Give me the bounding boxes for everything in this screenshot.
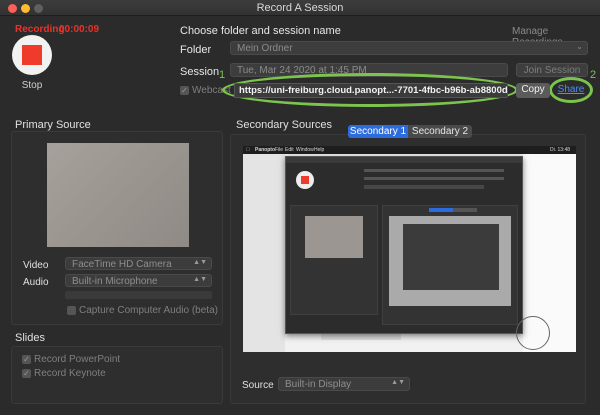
chevron-down-icon: ⌄ [576,42,583,51]
captured-menu-window: Window [296,147,314,153]
captured-menu-file: File [275,147,284,153]
tab-secondary-1[interactable]: Secondary 1 [348,125,408,138]
captured-record-window [285,156,523,334]
session-label: Session [180,66,220,78]
folder-session-heading: Choose folder and session name [180,25,341,37]
record-powerpoint-label: Record PowerPoint [34,354,121,365]
secondary-source-value: Built-in Display [285,379,352,390]
captured-menu-help: Help [314,147,325,153]
annotation-number-1: 1 [219,69,226,81]
captured-link-field [364,185,484,189]
record-keynote-label: Record Keynote [34,368,106,379]
slides-heading: Slides [15,332,45,344]
captured-app-name: Panopto [255,147,275,153]
captured-titlebar [286,157,522,163]
recording-status: Recording [15,24,65,35]
captured-menu-edit: Edit [285,147,294,153]
up-down-arrows-icon: ▲▼ [193,259,207,266]
recording-timer: 00:00:09 [59,24,100,35]
join-session-button[interactable]: Join Session [516,63,588,77]
captured-text-line [321,334,401,340]
title-bar: Record A Session [0,0,600,16]
captured-tab-1 [429,208,453,212]
copy-link-button[interactable]: Copy [516,83,550,98]
apple-icon:  [246,147,250,153]
primary-source-heading: Primary Source [15,119,91,131]
folder-select[interactable]: Mein Ordner ⌄ [230,41,588,55]
video-source-value: FaceTime HD Camera [72,259,172,270]
video-label: Video [23,260,49,271]
record-keynote-checkbox[interactable]: ✓ [22,369,31,378]
up-down-arrows-icon: ▲▼ [193,276,207,283]
tab-secondary-2[interactable]: Secondary 2 [408,125,472,138]
up-down-arrows-icon: ▲▼ [391,379,405,386]
secondary-source-select[interactable]: Built-in Display ▲▼ [278,377,410,391]
captured-stop-button [296,171,314,189]
annotation-number-2: 2 [590,69,597,81]
audio-label: Audio [23,277,49,288]
video-source-select[interactable]: FaceTime HD Camera ▲▼ [65,257,212,270]
captured-secondary-panel [382,205,518,325]
captured-primary-panel [290,205,378,315]
captured-nested-window [403,224,499,290]
stop-icon [22,45,42,65]
audio-source-select[interactable]: Built-in Microphone ▲▼ [65,274,212,287]
audio-source-value: Built-in Microphone [72,276,158,287]
captured-clock: Di. 13:48 [550,147,571,153]
capture-audio-checkbox[interactable] [67,306,76,315]
source-label: Source [242,380,274,391]
screen-capture-preview:  Panopto File Edit Window Help Di. 13:4… [243,146,576,352]
capture-audio-label: Capture Computer Audio (beta) [79,305,218,316]
captured-camera-preview [305,216,363,258]
audio-level-meter [65,291,212,299]
stop-button[interactable] [12,35,52,75]
session-link-field[interactable]: https://uni-freiburg.cloud.panopt...-770… [234,83,508,98]
captured-sidebar [243,154,285,352]
share-link-button[interactable]: Share [556,83,586,98]
folder-value: Mein Ordner [237,43,293,54]
webcast-checkbox[interactable]: ✓ [180,86,189,95]
captured-cursor-ring [516,316,550,350]
captured-tab-2 [453,208,477,212]
secondary-sources-heading: Secondary Sources [236,119,332,131]
folder-label: Folder [180,44,212,56]
captured-menubar:  Panopto File Edit Window Help Di. 13:4… [243,146,576,154]
captured-field [364,177,504,180]
camera-preview [47,143,189,247]
captured-nested-preview [389,216,511,306]
captured-field [364,169,504,172]
captured-stop-icon [301,176,309,184]
stop-label: Stop [21,80,43,91]
record-powerpoint-checkbox[interactable]: ✓ [22,355,31,364]
window-title: Record A Session [256,2,344,14]
